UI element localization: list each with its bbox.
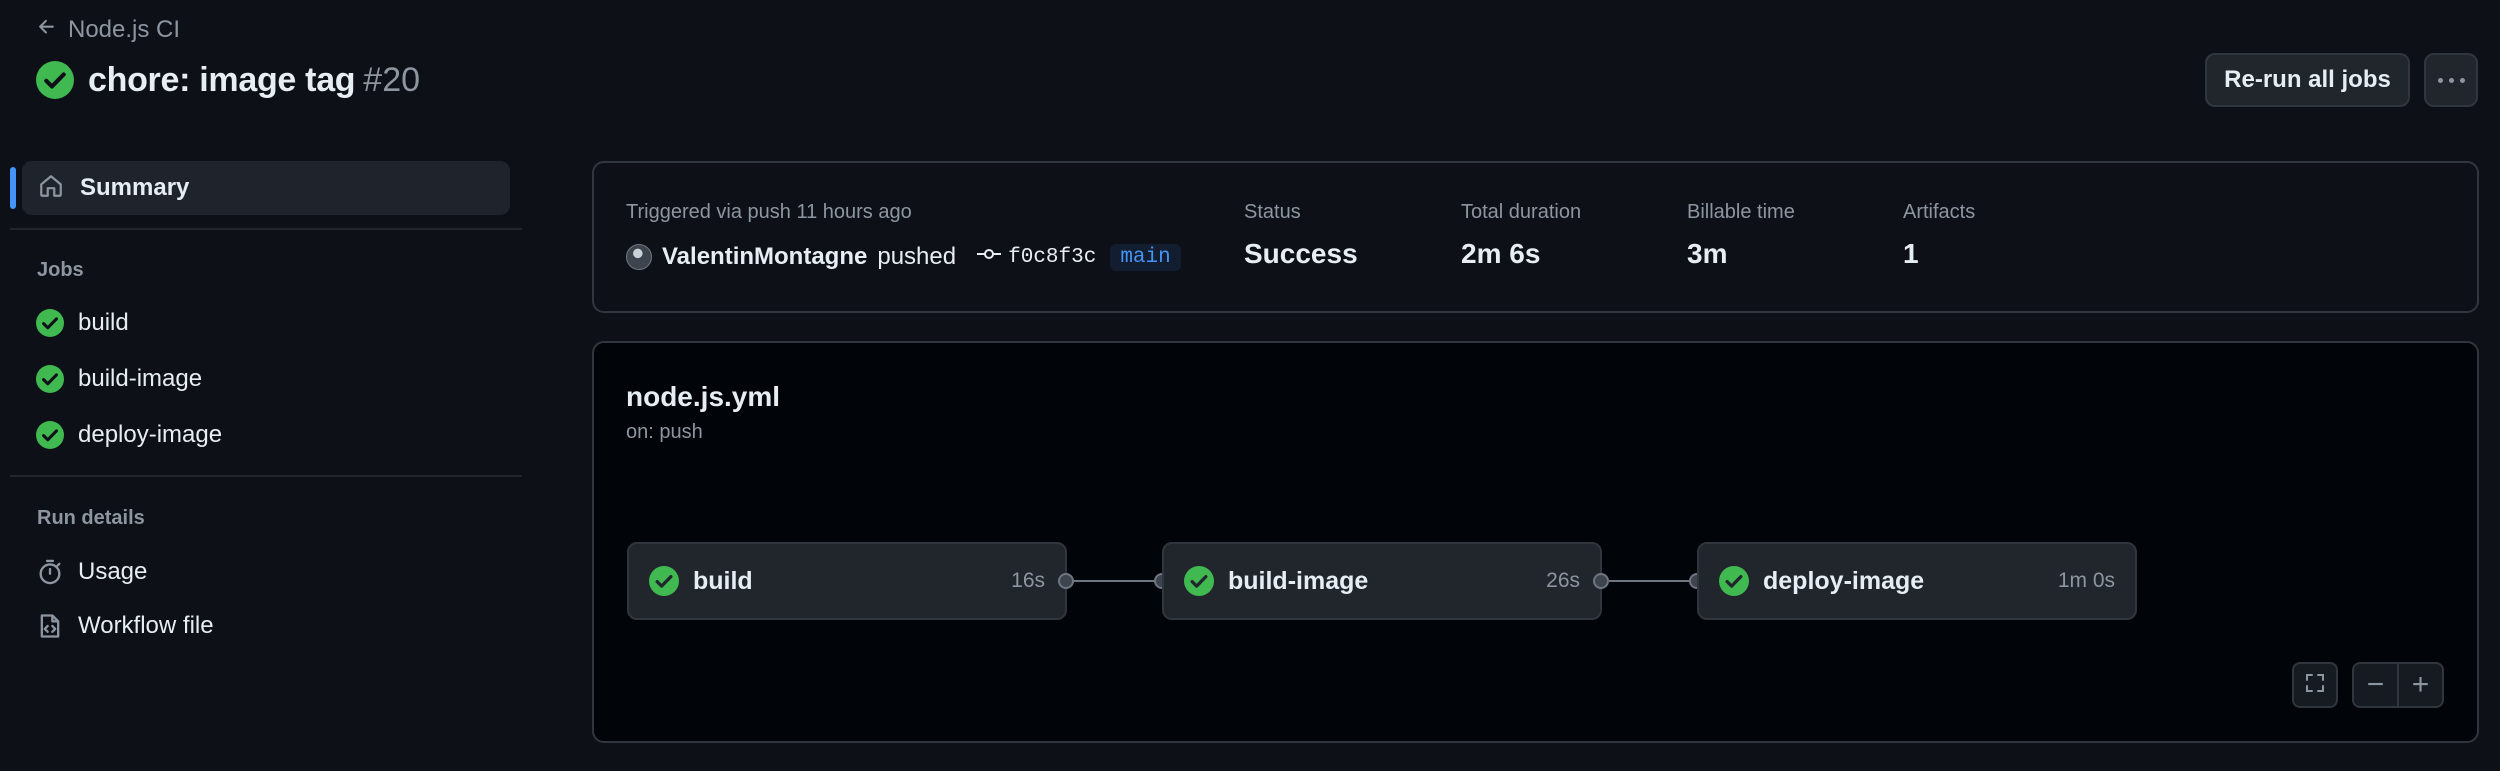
- duration-label: Total duration: [1461, 201, 1582, 223]
- job-node-deploy-image[interactable]: deploy-image 1m 0s: [1697, 542, 2137, 620]
- sidebar-item-label: Summary: [80, 174, 190, 201]
- sidebar-item-summary[interactable]: Summary: [22, 161, 510, 215]
- back-link-label: Node.js CI: [68, 16, 181, 43]
- job-duration: 26s: [1546, 569, 1580, 592]
- rerun-all-jobs-button[interactable]: Re-run all jobs: [2205, 53, 2410, 107]
- commit-link[interactable]: f0c8f3c: [976, 245, 1096, 270]
- job-output-port: [1058, 573, 1074, 589]
- sidebar-job-label: build: [78, 309, 129, 336]
- file-code-icon: [36, 612, 64, 640]
- push-info: ValentinMontagne pushed f0c8f3c main: [626, 240, 1181, 274]
- check-circle-fill-icon: [36, 61, 74, 99]
- sidebar-item-label: Workflow file: [78, 612, 214, 639]
- sidebar-job-build[interactable]: build: [36, 303, 129, 343]
- artifacts-label: Artifacts: [1903, 201, 1976, 223]
- check-circle-fill-icon: [36, 421, 64, 449]
- sidebar-divider: [10, 228, 522, 230]
- check-circle-fill-icon: [36, 309, 64, 337]
- check-circle-fill-icon: [36, 365, 64, 393]
- check-circle-fill-icon: [1719, 566, 1749, 596]
- run-summary-card: [592, 161, 2479, 313]
- artifacts-value[interactable]: 1: [1903, 238, 1919, 270]
- active-indicator: [10, 167, 16, 209]
- zoom-controls: − +: [2352, 662, 2444, 708]
- billable-value: 3m: [1687, 238, 1728, 269]
- run-number: #20: [363, 60, 421, 99]
- sidebar-item-usage[interactable]: Usage: [36, 552, 147, 592]
- avatar[interactable]: [626, 244, 652, 270]
- check-circle-fill-icon: [649, 566, 679, 596]
- workflow-trigger: on: push: [626, 421, 703, 443]
- run-title-row: chore: image tag #20: [36, 56, 420, 104]
- duration-value: 2m 6s: [1461, 238, 1541, 269]
- job-name: build: [693, 566, 753, 595]
- check-circle-fill-icon: [1184, 566, 1214, 596]
- kebab-horizontal-icon: [2435, 77, 2468, 83]
- job-edge: [1609, 580, 1697, 582]
- arrow-left-icon: [36, 16, 58, 45]
- sidebar-item-workflow-file[interactable]: Workflow file: [36, 606, 214, 646]
- actor-link[interactable]: ValentinMontagne: [662, 243, 867, 271]
- run-details-heading: Run details: [37, 507, 145, 529]
- commit-sha: f0c8f3c: [1008, 245, 1097, 269]
- job-edge: [1074, 580, 1162, 582]
- sidebar-job-deploy-image[interactable]: deploy-image: [36, 415, 222, 455]
- home-icon: [38, 173, 64, 204]
- zoom-out-button[interactable]: −: [2354, 664, 2397, 706]
- trigger-text: Triggered via push 11 hours ago: [626, 201, 912, 223]
- jobs-heading: Jobs: [37, 259, 84, 281]
- screen-full-icon: [2303, 671, 2327, 700]
- status-label: Status: [1244, 201, 1301, 223]
- sidebar-job-build-image[interactable]: build-image: [36, 359, 202, 399]
- job-duration: 16s: [1011, 569, 1045, 592]
- git-commit-icon: [976, 245, 1002, 270]
- job-name: deploy-image: [1763, 566, 1925, 595]
- sidebar-divider: [10, 475, 522, 477]
- job-node-build[interactable]: build 16s: [627, 542, 1067, 620]
- job-duration: 1m 0s: [2057, 569, 2115, 592]
- sidebar-job-label: deploy-image: [78, 421, 223, 448]
- push-action: pushed: [877, 243, 957, 270]
- back-link[interactable]: Node.js CI: [36, 14, 180, 46]
- stopwatch-icon: [36, 558, 64, 586]
- branch-label[interactable]: main: [1110, 243, 1181, 271]
- workflow-file-name: node.js.yml: [626, 381, 781, 412]
- zoom-in-button[interactable]: +: [2399, 664, 2442, 706]
- fullscreen-button[interactable]: [2292, 662, 2338, 708]
- sidebar-job-label: build-image: [78, 365, 203, 392]
- status-value: Success: [1244, 238, 1358, 269]
- page-title: chore: image tag: [88, 60, 356, 99]
- job-name: build-image: [1228, 566, 1369, 595]
- job-output-port: [1593, 573, 1609, 589]
- billable-label: Billable time: [1687, 201, 1795, 223]
- sidebar-item-label: Usage: [78, 558, 148, 585]
- more-options-button[interactable]: [2424, 53, 2478, 107]
- job-node-build-image[interactable]: build-image 26s: [1162, 542, 1602, 620]
